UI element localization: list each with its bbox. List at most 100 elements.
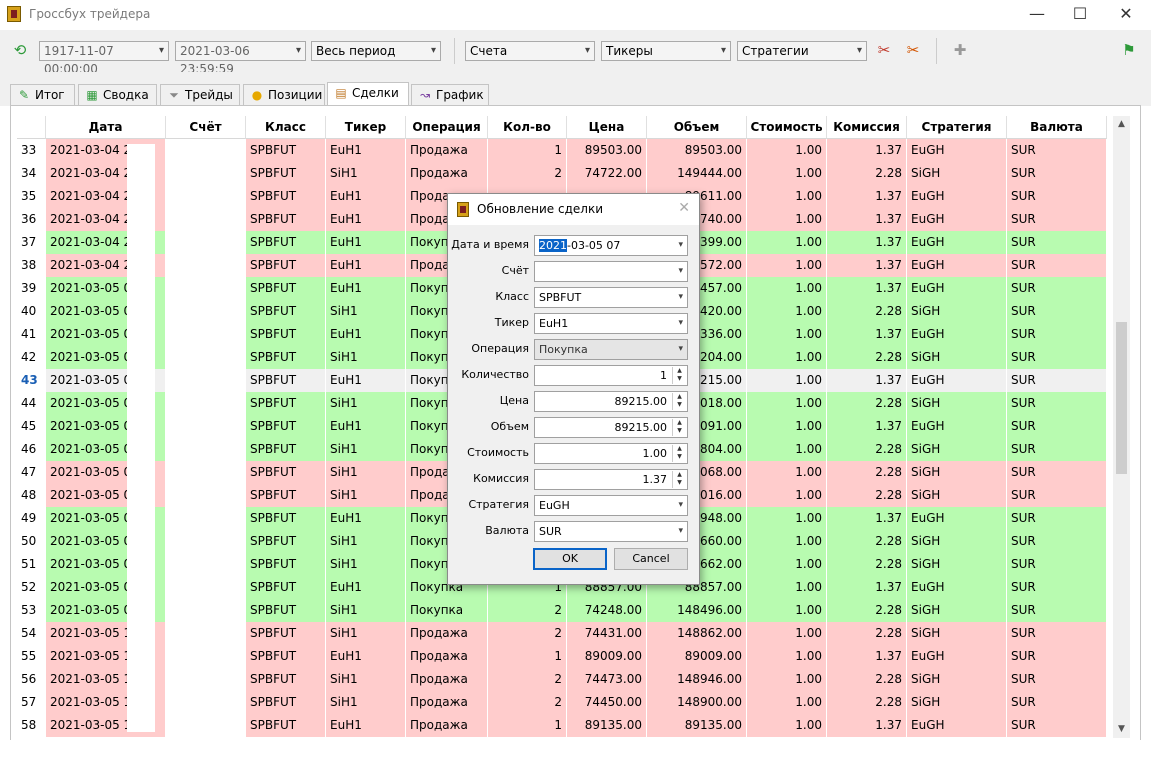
table-cell-str[interactable]: SiGH xyxy=(907,691,1007,714)
table-cell-str[interactable]: EuGH xyxy=(907,323,1007,346)
table-cell-tic[interactable]: SiH1 xyxy=(326,668,406,691)
table-cell-acc[interactable] xyxy=(166,231,246,254)
table-cell-op[interactable]: Продажа xyxy=(406,668,488,691)
row-number[interactable]: 34 xyxy=(17,162,46,185)
table-cell-str[interactable]: SiGH xyxy=(907,346,1007,369)
table-cell-cls[interactable]: SPBFUT xyxy=(246,415,326,438)
strategy-select[interactable]: EuGH ▾ xyxy=(534,495,688,516)
table-cell-cur[interactable]: SUR xyxy=(1007,346,1107,369)
dialog-close-icon[interactable]: ✕ xyxy=(678,200,690,216)
table-cell-acc[interactable] xyxy=(166,346,246,369)
table-cell-vol[interactable]: 148862.00 xyxy=(647,622,747,645)
table-cell-cost[interactable]: 1.00 xyxy=(747,162,827,185)
date-to-input[interactable]: 2021-03-06 23:59:59 ▾ xyxy=(175,41,306,76)
table-cell-acc[interactable] xyxy=(166,576,246,599)
table-cell-acc[interactable] xyxy=(166,323,246,346)
table-cell-acc[interactable] xyxy=(166,668,246,691)
scroll-down-icon[interactable]: ▼ xyxy=(1113,721,1130,738)
table-cell-cls[interactable]: SPBFUT xyxy=(246,530,326,553)
table-cell-qty[interactable]: 2 xyxy=(488,622,567,645)
table-cell-tic[interactable]: SiH1 xyxy=(326,691,406,714)
table-cell-tic[interactable]: SiH1 xyxy=(326,300,406,323)
tab-positions[interactable]: ● Позиции xyxy=(243,84,325,105)
table-cell-cost[interactable]: 1.00 xyxy=(747,323,827,346)
table-cell-cur[interactable]: SUR xyxy=(1007,185,1107,208)
table-cell-str[interactable]: EuGH xyxy=(907,714,1007,737)
table-cell-price[interactable]: 89135.00 xyxy=(567,714,647,737)
table-cell-fee[interactable]: 2.28 xyxy=(827,599,907,622)
table-cell-str[interactable]: EuGH xyxy=(907,369,1007,392)
row-number[interactable]: 45 xyxy=(17,415,46,438)
table-cell-cur[interactable]: SUR xyxy=(1007,415,1107,438)
table-cell-price[interactable]: 74248.00 xyxy=(567,599,647,622)
table-cell-cost[interactable]: 1.00 xyxy=(747,507,827,530)
table-cell-acc[interactable] xyxy=(166,553,246,576)
table-cell-qty[interactable]: 1 xyxy=(488,714,567,737)
table-cell-acc[interactable] xyxy=(166,254,246,277)
table-cell-vol[interactable]: 89135.00 xyxy=(647,714,747,737)
row-number[interactable]: 42 xyxy=(17,346,46,369)
table-cell-str[interactable]: SiGH xyxy=(907,461,1007,484)
row-number[interactable]: 58 xyxy=(17,714,46,737)
table-cell-vol[interactable]: 89503.00 xyxy=(647,139,747,162)
table-cell-cost[interactable]: 1.00 xyxy=(747,369,827,392)
table-cell-tic[interactable]: EuH1 xyxy=(326,208,406,231)
table-cell-vol[interactable]: 149444.00 xyxy=(647,162,747,185)
table-cell-cur[interactable]: SUR xyxy=(1007,599,1107,622)
table-cell-cost[interactable]: 1.00 xyxy=(747,461,827,484)
table-cell-cost[interactable]: 1.00 xyxy=(747,484,827,507)
table-cell-cost[interactable]: 1.00 xyxy=(747,277,827,300)
table-cell-fee[interactable]: 1.37 xyxy=(827,507,907,530)
exit-flag-icon[interactable]: ⚑ xyxy=(1119,40,1139,60)
table-cell-vol[interactable]: 89009.00 xyxy=(647,645,747,668)
table-cell-qty[interactable]: 2 xyxy=(488,162,567,185)
table-cell-fee[interactable]: 1.37 xyxy=(827,645,907,668)
table-cell-tic[interactable]: SiH1 xyxy=(326,162,406,185)
table-cell-op[interactable]: Продажа xyxy=(406,691,488,714)
table-cell-tic[interactable]: EuH1 xyxy=(326,507,406,530)
table-cell-tic[interactable]: SiH1 xyxy=(326,461,406,484)
table-cell-cur[interactable]: SUR xyxy=(1007,553,1107,576)
column-header[interactable]: Стратегия xyxy=(907,116,1007,139)
table-cell-fee[interactable]: 1.37 xyxy=(827,208,907,231)
table-cell-cost[interactable]: 1.00 xyxy=(747,300,827,323)
table-cell-str[interactable]: EuGH xyxy=(907,208,1007,231)
table-cell-acc[interactable] xyxy=(166,392,246,415)
row-number[interactable]: 56 xyxy=(17,668,46,691)
table-cell-cls[interactable]: SPBFUT xyxy=(246,139,326,162)
table-cell-fee[interactable]: 1.37 xyxy=(827,185,907,208)
table-cell-fee[interactable]: 2.28 xyxy=(827,300,907,323)
table-cell-str[interactable]: SiGH xyxy=(907,392,1007,415)
table-cell-price[interactable]: 74473.00 xyxy=(567,668,647,691)
table-cell-fee[interactable]: 1.37 xyxy=(827,369,907,392)
column-header[interactable]: Комиссия xyxy=(827,116,907,139)
row-number[interactable]: 39 xyxy=(17,277,46,300)
spin-arrows-icon[interactable]: ▲ ▼ xyxy=(672,419,686,436)
row-number[interactable]: 41 xyxy=(17,323,46,346)
table-cell-cls[interactable]: SPBFUT xyxy=(246,162,326,185)
table-cell-str[interactable]: EuGH xyxy=(907,185,1007,208)
table-cell-fee[interactable]: 2.28 xyxy=(827,530,907,553)
table-cell-str[interactable]: EuGH xyxy=(907,507,1007,530)
add-trade-icon[interactable]: ✂ xyxy=(874,40,894,60)
column-header[interactable]: Счёт xyxy=(166,116,246,139)
column-header[interactable]: Стоимость xyxy=(747,116,827,139)
table-cell-qty[interactable]: 2 xyxy=(488,668,567,691)
accounts-select[interactable]: Счета ▾ xyxy=(465,41,595,61)
table-cell-qty[interactable]: 1 xyxy=(488,645,567,668)
row-number[interactable]: 55 xyxy=(17,645,46,668)
table-cell-cost[interactable]: 1.00 xyxy=(747,438,827,461)
table-cell-str[interactable]: EuGH xyxy=(907,576,1007,599)
table-cell-str[interactable]: EuGH xyxy=(907,277,1007,300)
table-cell-str[interactable]: EuGH xyxy=(907,415,1007,438)
table-cell-cost[interactable]: 1.00 xyxy=(747,208,827,231)
table-cell-cost[interactable]: 1.00 xyxy=(747,139,827,162)
table-cell-cur[interactable]: SUR xyxy=(1007,208,1107,231)
ok-button[interactable]: OK xyxy=(533,548,607,570)
table-cell-acc[interactable] xyxy=(166,185,246,208)
table-row[interactable]: 34 2021-03-04 22 SPBFUT SiH1 Продажа 2 74722.0… xyxy=(17,162,1111,185)
table-cell-cur[interactable]: SUR xyxy=(1007,277,1107,300)
table-cell-cls[interactable]: SPBFUT xyxy=(246,208,326,231)
table-cell-cls[interactable]: SPBFUT xyxy=(246,185,326,208)
table-cell-tic[interactable]: EuH1 xyxy=(326,254,406,277)
